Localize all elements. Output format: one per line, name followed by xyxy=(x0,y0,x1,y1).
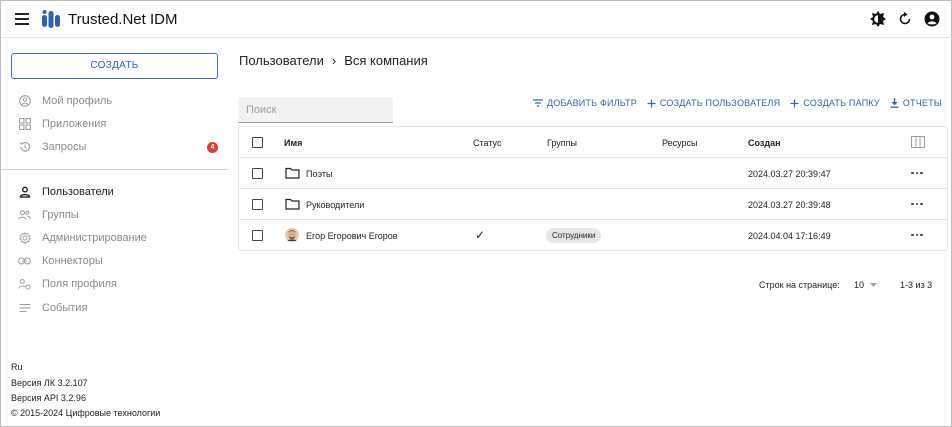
create-folder-label: СОЗДАТЬ ПАПКУ xyxy=(803,98,880,108)
app-window: Trusted.Net IDM СОЗДАТЬ Мой профиль Прил… xyxy=(0,0,952,427)
row-name[interactable]: Поэты xyxy=(306,169,332,179)
breadcrumb-users[interactable]: Пользователи xyxy=(239,53,324,68)
reports-button[interactable]: ОТЧЕТЫ xyxy=(890,98,942,108)
column-header-created[interactable]: Создан xyxy=(748,138,781,148)
sidebar-item-label: Мой профиль xyxy=(42,95,113,107)
column-header-groups[interactable]: Группы xyxy=(547,138,577,148)
sidebar-item-label: Запросы xyxy=(42,141,87,153)
table-row[interactable]: Поэты 2024.03.27 20:39:47 xyxy=(239,158,947,189)
column-header-status[interactable]: Статус xyxy=(473,138,501,148)
profile-fields-icon xyxy=(18,278,31,291)
filter-icon xyxy=(533,99,543,107)
group-chip[interactable]: Сотрудники xyxy=(546,228,602,243)
row-checkbox[interactable] xyxy=(252,168,263,179)
reports-label: ОТЧЕТЫ xyxy=(902,98,942,108)
settings-icon xyxy=(18,232,31,245)
copyright: © 2015-2024 Цифровые технологии xyxy=(11,408,161,418)
row-created: 2024.03.27 20:39:47 xyxy=(748,169,831,179)
table-row[interactable]: Егор Егорович Егоров ✓ Сотрудники 2024.0… xyxy=(239,220,947,251)
sidebar-divider xyxy=(1,169,228,170)
breadcrumb-company[interactable]: Вся компания xyxy=(344,53,428,68)
sidebar-item-administration[interactable]: Администрирование xyxy=(1,228,228,248)
rows-per-page-value: 10 xyxy=(854,280,865,290)
more-icon[interactable] xyxy=(911,198,925,210)
plus-icon xyxy=(790,99,799,107)
sidebar-item-label: Приложения xyxy=(42,118,107,130)
search-input[interactable] xyxy=(246,104,386,116)
sidebar-item-events[interactable]: События xyxy=(1,298,228,318)
link-icon xyxy=(18,255,31,268)
sidebar-item-connectors[interactable]: Коннекторы xyxy=(1,251,228,271)
account-circle-icon xyxy=(18,95,31,108)
chevron-down-icon xyxy=(870,283,878,287)
sidebar: СОЗДАТЬ Мой профиль Приложения Запросы 4 xyxy=(1,39,228,427)
row-created: 2024.03.27 20:39:48 xyxy=(748,200,831,210)
sidebar-item-profile-fields[interactable]: Поля профиля xyxy=(1,274,228,294)
sidebar-item-label: Коннекторы xyxy=(42,255,103,267)
rows-per-page-select[interactable]: 10 xyxy=(854,280,878,290)
row-created: 2024.04.04 17:16:49 xyxy=(748,231,831,241)
status-check-icon: ✓ xyxy=(475,228,486,242)
create-folder-button[interactable]: СОЗДАТЬ ПАПКУ xyxy=(790,98,880,108)
lk-version: Версия ЛК 3.2.107 xyxy=(11,378,88,388)
select-all-checkbox[interactable] xyxy=(252,137,263,148)
add-filter-button[interactable]: ДОБАВИТЬ ФИЛЬТР xyxy=(533,98,637,108)
plus-icon xyxy=(647,99,656,107)
create-button[interactable]: СОЗДАТЬ xyxy=(11,53,218,79)
rows-per-page-label: Строк на странице: xyxy=(759,280,840,290)
more-icon[interactable] xyxy=(911,167,925,179)
sidebar-item-users[interactable]: Пользователи xyxy=(1,182,228,202)
sidebar-item-label: Администрирование xyxy=(42,232,147,244)
app-bar: Trusted.Net IDM xyxy=(1,1,952,38)
sidebar-item-label: Группы xyxy=(42,209,79,221)
folder-icon xyxy=(285,198,300,210)
more-icon[interactable] xyxy=(911,229,925,241)
download-icon xyxy=(890,98,899,108)
row-name[interactable]: Руководители xyxy=(306,200,364,210)
account-icon[interactable] xyxy=(923,10,941,28)
breadcrumb-separator: › xyxy=(331,53,337,68)
sidebar-item-label: События xyxy=(42,302,88,314)
app-title: Trusted.Net IDM xyxy=(68,11,178,28)
column-header-resources[interactable]: Ресурсы xyxy=(662,138,698,148)
create-user-button[interactable]: СОЗДАТЬ ПОЛЬЗОВАТЕЛЯ xyxy=(647,98,780,108)
api-version: Версия API 3.2.96 xyxy=(11,393,86,403)
menu-icon[interactable] xyxy=(15,13,29,25)
row-checkbox[interactable] xyxy=(252,230,263,241)
add-filter-label: ДОБАВИТЬ ФИЛЬТР xyxy=(547,98,637,108)
pagination-range: 1-3 из 3 xyxy=(900,280,933,290)
column-header-name[interactable]: Имя xyxy=(284,138,302,148)
sidebar-item-apps[interactable]: Приложения xyxy=(1,114,228,134)
sidebar-item-my-profile[interactable]: Мой профиль xyxy=(1,91,228,111)
row-name[interactable]: Егор Егорович Егоров xyxy=(306,231,398,241)
users-table: Имя Статус Группы Ресурсы Создан Поэты 2… xyxy=(238,126,948,251)
sidebar-item-label: Пользователи xyxy=(42,186,114,198)
search-field[interactable] xyxy=(238,97,393,123)
table-header-row: Имя Статус Группы Ресурсы Создан xyxy=(239,127,947,158)
language-selector[interactable]: Ru xyxy=(11,362,23,372)
create-user-label: СОЗДАТЬ ПОЛЬЗОВАТЕЛЯ xyxy=(659,98,781,108)
toolbar-actions: ДОБАВИТЬ ФИЛЬТР СОЗДАТЬ ПОЛЬЗОВАТЕЛЯ СОЗ… xyxy=(533,98,942,108)
person-icon xyxy=(18,186,31,199)
avatar xyxy=(285,228,299,242)
group-icon xyxy=(18,209,31,222)
row-checkbox[interactable] xyxy=(252,199,263,210)
table-row[interactable]: Руководители 2024.03.27 20:39:48 xyxy=(239,189,947,220)
refresh-icon[interactable] xyxy=(896,10,914,28)
history-icon xyxy=(18,141,31,154)
theme-toggle-icon[interactable] xyxy=(869,10,887,28)
events-icon xyxy=(18,302,31,315)
requests-badge: 4 xyxy=(207,141,218,153)
columns-icon[interactable] xyxy=(911,136,925,148)
logo-icon xyxy=(42,10,60,28)
folder-icon xyxy=(285,167,300,179)
sidebar-item-groups[interactable]: Группы xyxy=(1,205,228,225)
sidebar-item-requests[interactable]: Запросы 4 xyxy=(1,137,228,157)
sidebar-item-label: Поля профиля xyxy=(42,278,117,290)
apps-icon xyxy=(18,118,31,131)
breadcrumb: Пользователи › Вся компания xyxy=(239,53,428,68)
